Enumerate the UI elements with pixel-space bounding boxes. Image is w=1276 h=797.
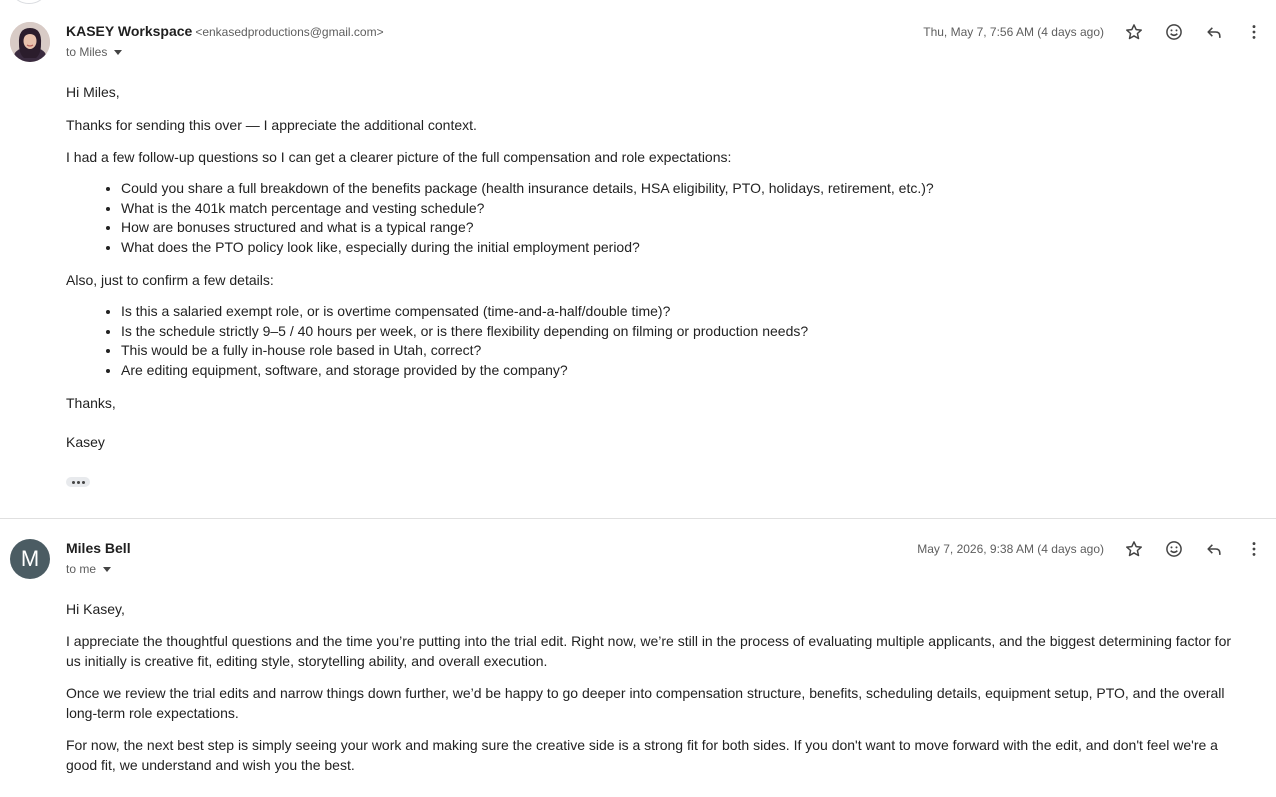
sender-name[interactable]: Miles Bell <box>66 540 131 556</box>
ellipsis-icon <box>71 480 75 484</box>
signature: Kasey <box>66 434 105 450</box>
ellipsis-dot <box>81 480 85 484</box>
reply-icon <box>1207 27 1221 38</box>
list-item: Is this a salaried exempt role, or is ov… <box>121 302 1236 322</box>
sender-line: KASEY Workspace <enkasedproductions@gmail… <box>66 23 384 41</box>
sender-avatar[interactable] <box>10 22 50 62</box>
paragraph: I had a few follow-up questions so I can… <box>66 149 732 165</box>
ellipsis-dot <box>76 480 80 484</box>
paragraph: Thanks for sending this over — I appreci… <box>66 117 477 133</box>
recipient-label: to me <box>66 562 97 576</box>
reply-button[interactable] <box>1202 20 1226 44</box>
more-vert-icon <box>1252 25 1256 39</box>
list-item: How are bonuses structured and what is a… <box>121 218 1236 238</box>
message-date: May 7, 2026, 9:38 AM (4 days ago) <box>917 542 1104 556</box>
star-button[interactable] <box>1122 20 1146 44</box>
paragraph: Also, just to confirm a few details: <box>66 272 274 288</box>
reply-button[interactable] <box>1202 537 1226 561</box>
show-trimmed-content-button[interactable] <box>66 477 90 487</box>
list-item: Could you share a full breakdown of the … <box>121 179 1236 199</box>
email-message-2: M Miles Bell to me May 7, 2026, 9:38 AM … <box>0 517 1276 797</box>
emoji-icon <box>1166 541 1182 557</box>
reply-icon <box>1207 544 1221 555</box>
more-vert-icon <box>1252 542 1256 556</box>
more-options-button[interactable] <box>1242 20 1266 44</box>
email-message-1: KASEY Workspace <enkasedproductions@gmail… <box>0 0 1276 518</box>
greeting: Hi Kasey, <box>66 601 125 617</box>
sender-avatar[interactable]: M <box>10 539 50 579</box>
chevron-down-icon[interactable] <box>114 50 123 55</box>
confirm-list: Is this a salaried exempt role, or is ov… <box>66 302 1236 380</box>
list-item: What is the 401k match percentage and ve… <box>121 199 1236 219</box>
sender-name[interactable]: KASEY Workspace <box>66 23 192 39</box>
list-item: Are editing equipment, software, and sto… <box>121 361 1236 381</box>
add-reaction-button[interactable] <box>1162 537 1186 561</box>
recipient-details-toggle[interactable]: to me <box>66 562 112 576</box>
recipient-label: to Miles <box>66 45 108 59</box>
paragraph: Once we review the trial edits and narro… <box>66 685 1225 721</box>
star-button[interactable] <box>1122 537 1146 561</box>
message-body: Hi Kasey, I appreciate the thoughtful qu… <box>66 599 1236 775</box>
star-icon <box>1126 24 1142 40</box>
list-item: What does the PTO policy look like, espe… <box>121 238 1236 258</box>
add-reaction-button[interactable] <box>1162 20 1186 44</box>
emoji-icon <box>1166 24 1182 40</box>
avatar-letter: M <box>20 546 40 571</box>
sender-email: <enkasedproductions@gmail.com> <box>195 25 384 39</box>
paragraph: For now, the next best step is simply se… <box>66 737 1218 773</box>
recipient-details-toggle[interactable]: to Miles <box>66 45 123 59</box>
signoff: Thanks, <box>66 395 116 411</box>
star-icon <box>1126 541 1142 557</box>
chevron-down-icon[interactable] <box>103 567 112 572</box>
sender-line: Miles Bell <box>66 540 131 558</box>
paragraph: I appreciate the thoughtful questions an… <box>66 633 1232 669</box>
greeting: Hi Miles, <box>66 84 120 100</box>
more-options-button[interactable] <box>1242 537 1266 561</box>
question-list: Could you share a full breakdown of the … <box>66 179 1236 257</box>
message-date: Thu, May 7, 7:56 AM (4 days ago) <box>923 25 1104 39</box>
message-body: Hi Miles, Thanks for sending this over —… <box>66 82 1236 452</box>
list-item: This would be a fully in-house role base… <box>121 341 1236 361</box>
list-item: Is the schedule strictly 9–5 / 40 hours … <box>121 322 1236 342</box>
